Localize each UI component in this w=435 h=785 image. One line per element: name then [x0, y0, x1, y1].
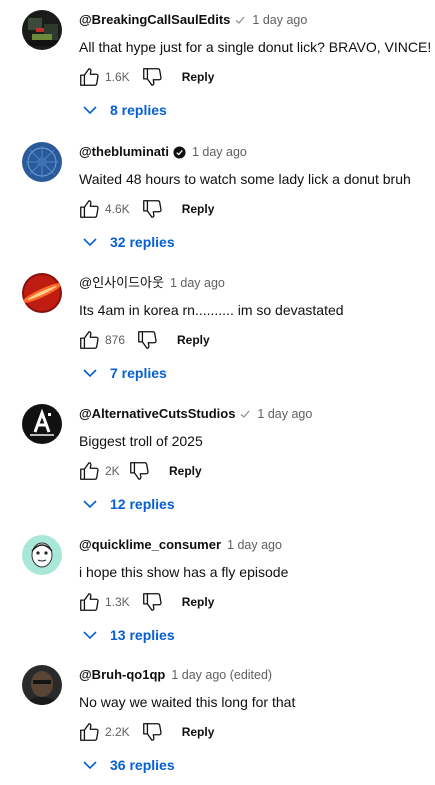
comment-actions: 4.6K Reply [77, 197, 214, 221]
reply-button[interactable]: Reply [177, 333, 210, 347]
dark-scene-avatar-icon [22, 10, 62, 50]
view-replies-button[interactable]: 12 replies [82, 492, 175, 516]
replies-label: 12 replies [110, 496, 175, 512]
comment-actions: 2K Reply [77, 459, 202, 483]
comment-header: @Bruh-qo1qp 1 day ago (edited) [79, 667, 272, 683]
dislike-icon[interactable] [140, 720, 164, 744]
like-icon[interactable] [77, 197, 101, 221]
replies-label: 13 replies [110, 627, 175, 643]
view-replies-button[interactable]: 8 replies [82, 98, 167, 122]
like-count: 2K [105, 464, 120, 478]
comment-header: @thebluminati 1 day ago [79, 144, 247, 160]
dislike-icon[interactable] [127, 459, 151, 483]
comment-author[interactable]: @quicklime_consumer [79, 537, 221, 553]
replies-label: 32 replies [110, 234, 175, 250]
like-icon[interactable] [77, 590, 101, 614]
verified-badge-icon [173, 145, 186, 159]
view-replies-button[interactable]: 32 replies [82, 230, 175, 254]
like-count: 876 [105, 333, 126, 347]
comment-thread: @Bruh-qo1qp 1 day ago (edited) No way we… [0, 655, 435, 785]
red-glow-avatar-icon [22, 273, 62, 313]
dark-portrait-avatar-icon [22, 665, 62, 705]
view-replies-button[interactable]: 13 replies [82, 623, 175, 647]
comment-thread: @BreakingCallSaulEdits 1 day ago All tha… [0, 0, 435, 130]
comment-actions: 2.2K Reply [77, 720, 214, 744]
reply-button[interactable]: Reply [182, 202, 215, 216]
dislike-icon[interactable] [140, 590, 164, 614]
verified-check-icon [234, 14, 246, 26]
cartoon-face-avatar-icon [22, 535, 62, 575]
comment-author[interactable]: @인사이드아웃 [79, 275, 164, 291]
view-replies-button[interactable]: 36 replies [82, 753, 175, 777]
like-icon[interactable] [77, 459, 101, 483]
comment-actions: 1.6K Reply [77, 65, 214, 89]
comment-text: Waited 48 hours to watch some lady lick … [79, 171, 411, 187]
replies-label: 8 replies [110, 102, 167, 118]
comment-actions: 876 Reply [77, 328, 210, 352]
comment-text: All that hype just for a single donut li… [79, 39, 432, 55]
reply-button[interactable]: Reply [182, 725, 215, 739]
avatar[interactable] [22, 10, 62, 50]
comment-text: No way we waited this long for that [79, 694, 296, 710]
replies-label: 36 replies [110, 757, 175, 773]
comment-author[interactable]: @BreakingCallSaulEdits [79, 12, 230, 28]
comment-header: @AlternativeCutsStudios 1 day ago [79, 406, 312, 422]
avatar[interactable] [22, 535, 62, 575]
comment-author[interactable]: @Bruh-qo1qp [79, 667, 165, 683]
chevron-down-icon [82, 102, 98, 118]
comment-text: Its 4am in korea rn.......... im so deva… [79, 302, 344, 318]
comment-actions: 1.3K Reply [77, 590, 214, 614]
alternative-logo-avatar-icon [22, 404, 62, 444]
dislike-icon[interactable] [135, 328, 159, 352]
reply-button[interactable]: Reply [182, 70, 215, 84]
comment-timestamp[interactable]: 1 day ago [192, 144, 247, 160]
comment-timestamp[interactable]: 1 day ago [257, 406, 312, 422]
like-icon[interactable] [77, 65, 101, 89]
blue-pattern-avatar-icon [22, 142, 62, 182]
like-icon[interactable] [77, 328, 101, 352]
comment-thread: @인사이드아웃 1 day ago Its 4am in korea rn...… [0, 263, 435, 393]
chevron-down-icon [82, 234, 98, 250]
comment-timestamp[interactable]: 1 day ago [170, 275, 225, 291]
avatar[interactable] [22, 665, 62, 705]
avatar[interactable] [22, 404, 62, 444]
reply-button[interactable]: Reply [169, 464, 202, 478]
dislike-icon[interactable] [140, 65, 164, 89]
comment-thread: @quicklime_consumer 1 day ago i hope thi… [0, 525, 435, 655]
reply-button[interactable]: Reply [182, 595, 215, 609]
like-icon[interactable] [77, 720, 101, 744]
chevron-down-icon [82, 627, 98, 643]
comment-header: @BreakingCallSaulEdits 1 day ago [79, 12, 307, 28]
comment-header: @인사이드아웃 1 day ago [79, 275, 225, 291]
comment-header: @quicklime_consumer 1 day ago [79, 537, 282, 553]
comment-author[interactable]: @thebluminati [79, 144, 169, 160]
like-count: 1.6K [105, 70, 130, 84]
comment-timestamp[interactable]: 1 day ago [252, 12, 307, 28]
view-replies-button[interactable]: 7 replies [82, 361, 167, 385]
comment-thread: @thebluminati 1 day ago Waited 48 hours … [0, 132, 435, 262]
avatar[interactable] [22, 142, 62, 182]
dislike-icon[interactable] [140, 197, 164, 221]
chevron-down-icon [82, 496, 98, 512]
verified-check-icon [239, 408, 251, 420]
chevron-down-icon [82, 365, 98, 381]
chevron-down-icon [82, 757, 98, 773]
like-count: 2.2K [105, 725, 130, 739]
replies-label: 7 replies [110, 365, 167, 381]
comment-timestamp[interactable]: 1 day ago [227, 537, 282, 553]
avatar[interactable] [22, 273, 62, 313]
comment-text: i hope this show has a fly episode [79, 564, 289, 580]
comment-timestamp[interactable]: 1 day ago (edited) [171, 667, 272, 683]
like-count: 1.3K [105, 595, 130, 609]
comment-author[interactable]: @AlternativeCutsStudios [79, 406, 235, 422]
comment-text: Biggest troll of 2025 [79, 433, 203, 449]
like-count: 4.6K [105, 202, 130, 216]
comment-thread: @AlternativeCutsStudios 1 day ago Bigges… [0, 394, 435, 524]
